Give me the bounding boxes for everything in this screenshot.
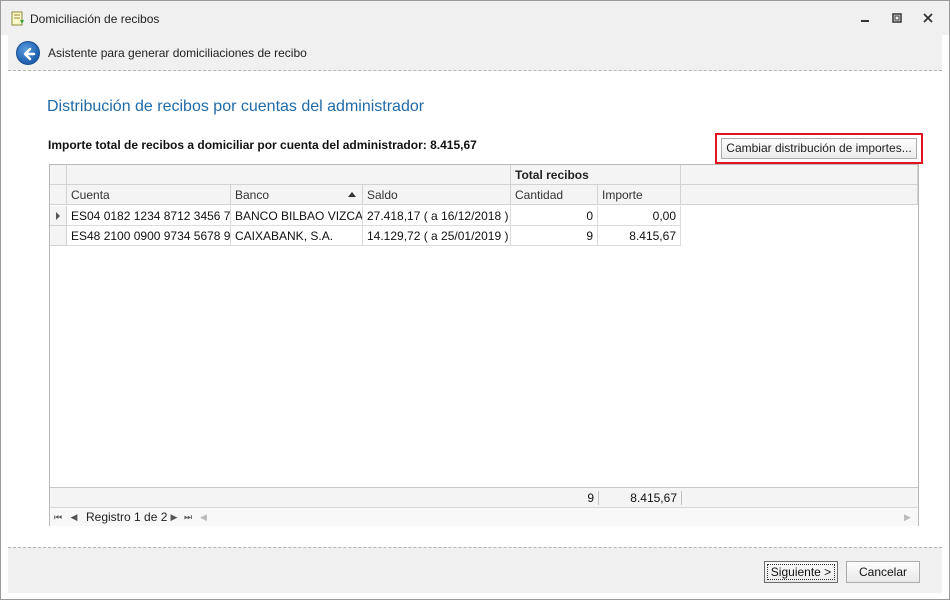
total-label-text: Importe total de recibos a domiciliar po… <box>48 138 427 152</box>
change-distribution-button[interactable]: Cambiar distribución de importes... <box>721 138 917 159</box>
back-arrow-icon[interactable] <box>16 41 40 65</box>
record-navigator: ⏮ ◀ Registro 1 de 2 ▶ ⏭ ◀ ▶ <box>50 508 918 526</box>
next-button-label: Siguiente > <box>766 564 836 580</box>
restore-icon[interactable] <box>889 10 905 26</box>
cell-banco[interactable]: CAIXABANK, S.A. <box>231 226 363 246</box>
cell-importe[interactable]: 0,00 <box>598 206 681 226</box>
cell-cantidad[interactable]: 0 <box>511 206 598 226</box>
band-header-total: Total recibos <box>511 165 681 185</box>
title-bar: Domiciliación de recibos <box>1 1 949 35</box>
last-record-icon[interactable]: ⏭ <box>182 510 194 524</box>
total-amount-value: 8.415,67 <box>430 138 477 152</box>
cancel-button[interactable]: Cancelar <box>846 561 920 583</box>
current-row-icon <box>56 212 60 220</box>
grid-footer-summary: 9 8.415,67 <box>50 487 918 508</box>
accounts-grid[interactable]: Total recibos Cuenta Banco Saldo Cantida… <box>49 164 919 526</box>
scroll-left-icon[interactable]: ◀ <box>200 510 207 524</box>
band-header-empty <box>67 165 511 185</box>
cell-saldo[interactable]: 14.129,72 ( a 25/01/2019 ) <box>363 226 511 246</box>
page-title: Distribución de recibos por cuentas del … <box>47 98 425 115</box>
highlight-frame: Cambiar distribución de importes... <box>715 133 923 164</box>
wizard-window: Domiciliación de recibos Asistente para … <box>0 0 950 600</box>
wizard-title: Asistente para generar domiciliaciones d… <box>48 46 307 60</box>
minimize-icon[interactable] <box>857 10 873 26</box>
footer-separator <box>681 491 682 505</box>
cell-importe[interactable]: 8.415,67 <box>598 226 681 246</box>
scroll-right-icon[interactable]: ▶ <box>904 510 911 524</box>
column-header-filler <box>681 185 918 205</box>
wizard-header: Asistente para generar domiciliaciones d… <box>8 35 942 71</box>
cell-banco[interactable]: BANCO BILBAO VIZCA... <box>231 206 363 226</box>
receipt-icon <box>11 11 25 26</box>
column-header-cantidad[interactable]: Cantidad <box>511 185 598 205</box>
next-button[interactable]: Siguiente > <box>764 561 838 583</box>
sort-ascending-icon <box>348 192 356 197</box>
cell-cuenta[interactable]: ES04 0182 1234 8712 3456 7... <box>67 206 231 226</box>
column-header-banco-label: Banco <box>235 188 270 202</box>
row-indicator-column-header <box>50 185 67 205</box>
column-header-saldo[interactable]: Saldo <box>363 185 511 205</box>
footer-cantidad-total: 9 <box>587 491 594 505</box>
total-amount-label: Importe total de recibos a domiciliar po… <box>48 138 477 152</box>
cell-cuenta[interactable]: ES48 2100 0900 9734 5678 9... <box>67 226 231 246</box>
first-record-icon[interactable]: ⏮ <box>52 510 64 524</box>
row-indicator[interactable] <box>50 206 67 226</box>
column-header-importe[interactable]: Importe <box>598 185 681 205</box>
window-title: Domiciliación de recibos <box>30 12 160 26</box>
footer-importe-total: 8.415,67 <box>630 491 677 505</box>
next-record-icon[interactable]: ▶ <box>168 510 180 524</box>
column-header-cuenta[interactable]: Cuenta <box>67 185 231 205</box>
row-indicator-header <box>50 165 67 185</box>
wizard-button-bar: Siguiente > Cancelar <box>8 547 942 593</box>
cell-saldo[interactable]: 27.418,17 ( a 16/12/2018 ) <box>363 206 511 226</box>
record-position-text: Registro 1 de 2 <box>86 510 168 524</box>
band-header-filler <box>681 165 918 185</box>
column-header-banco[interactable]: Banco <box>231 185 363 205</box>
close-icon[interactable] <box>920 10 936 26</box>
row-indicator[interactable] <box>50 226 67 246</box>
previous-record-icon[interactable]: ◀ <box>68 510 80 524</box>
cell-cantidad[interactable]: 9 <box>511 226 598 246</box>
wizard-content: Distribución de recibos por cuentas del … <box>8 72 942 547</box>
